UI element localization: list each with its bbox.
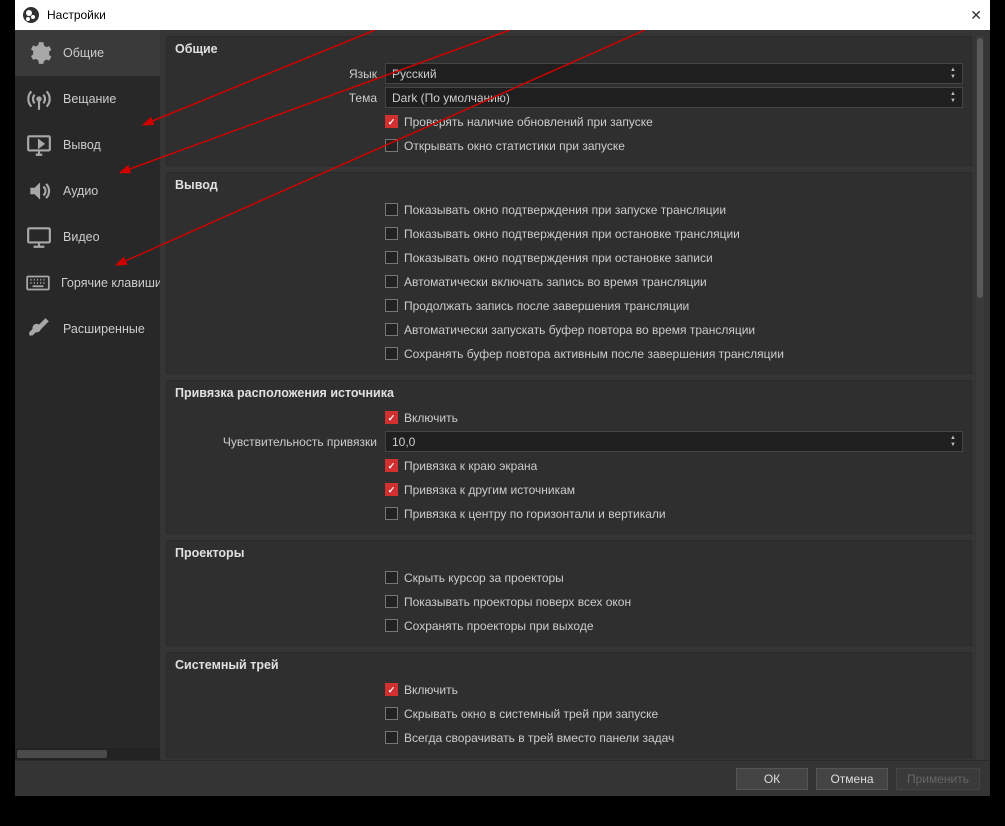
language-label: Язык <box>175 67 385 81</box>
confirm-stop-record-checkbox[interactable] <box>385 251 398 264</box>
footer: ОК Отмена Применить <box>15 760 990 796</box>
checkbox-label: Показывать окно подтверждения при остано… <box>404 251 713 265</box>
tools-icon <box>25 315 53 343</box>
content-area: Общие Вещание Вывод Аудио <box>15 30 990 760</box>
auto-replay-buffer-checkbox[interactable] <box>385 323 398 336</box>
snap-sensitivity-label: Чувствительность привязки <box>175 435 385 449</box>
snap-sensitivity-input[interactable]: 10,0 ▲▼ <box>385 431 963 452</box>
sidebar: Общие Вещание Вывод Аудио <box>15 30 160 760</box>
theme-label: Тема <box>175 91 385 105</box>
snap-sensitivity-value: 10,0 <box>392 435 415 449</box>
sidebar-item-output[interactable]: Вывод <box>15 122 160 168</box>
gear-icon <box>25 39 53 67</box>
group-title: Привязка расположения источника <box>175 386 963 400</box>
group-title: Вывод <box>175 178 963 192</box>
checkbox-label: Продолжать запись после завершения транс… <box>404 299 689 313</box>
group-snap: Привязка расположения источника Включить… <box>166 380 972 534</box>
keep-replay-buffer-checkbox[interactable] <box>385 347 398 360</box>
sidebar-item-stream[interactable]: Вещание <box>15 76 160 122</box>
ok-button[interactable]: ОК <box>736 768 808 790</box>
output-icon <box>25 131 53 159</box>
group-projectors: Проекторы Скрыть курсор за проекторы Пок… <box>166 540 972 646</box>
sidebar-item-label: Видео <box>63 230 100 244</box>
chevron-updown-icon: ▲▼ <box>946 89 960 106</box>
checkbox-label: Показывать проекторы поверх всех окон <box>404 595 631 609</box>
checkbox-label: Автоматически запускать буфер повтора во… <box>404 323 755 337</box>
checkbox-label: Показывать окно подтверждения при запуск… <box>404 203 726 217</box>
group-title: Системный трей <box>175 658 963 672</box>
checkbox-label: Привязка к центру по горизонтали и верти… <box>404 507 666 521</box>
settings-window: Настройки ✕ Общие Вещание Вывод <box>15 0 990 796</box>
main-vscrollbar[interactable] <box>976 36 984 760</box>
checkbox-label: Привязка к краю экрана <box>404 459 537 473</box>
checkbox-label: Включить <box>404 411 458 425</box>
main-panel: Общие Язык Русский ▲▼ Тема Dark (По умо <box>160 30 990 760</box>
apply-button[interactable]: Применить <box>896 768 980 790</box>
sidebar-item-audio[interactable]: Аудио <box>15 168 160 214</box>
theme-value: Dark (По умолчанию) <box>392 91 510 105</box>
sidebar-item-label: Вывод <box>63 138 101 152</box>
close-icon[interactable]: ✕ <box>952 7 982 24</box>
tray-enable-checkbox[interactable] <box>385 683 398 696</box>
sidebar-hscrollbar[interactable] <box>15 748 160 760</box>
proj-always-on-top-checkbox[interactable] <box>385 595 398 608</box>
cancel-button[interactable]: Отмена <box>816 768 888 790</box>
sidebar-item-label: Общие <box>63 46 104 60</box>
confirm-start-stream-checkbox[interactable] <box>385 203 398 216</box>
snap-others-checkbox[interactable] <box>385 483 398 496</box>
sidebar-item-label: Горячие клавиши <box>61 276 160 290</box>
sidebar-item-advanced[interactable]: Расширенные <box>15 306 160 352</box>
language-value: Русский <box>392 67 437 81</box>
sidebar-item-label: Аудио <box>63 184 98 198</box>
check-updates-label: Проверять наличие обновлений при запуске <box>404 115 653 129</box>
sidebar-item-label: Расширенные <box>63 322 145 336</box>
antenna-icon <box>25 85 53 113</box>
obs-logo-icon <box>23 7 39 23</box>
tray-hide-on-start-checkbox[interactable] <box>385 707 398 720</box>
open-stats-checkbox[interactable] <box>385 139 398 152</box>
group-output: Вывод Показывать окно подтверждения при … <box>166 172 972 374</box>
audio-icon <box>25 177 53 205</box>
keep-recording-checkbox[interactable] <box>385 299 398 312</box>
monitor-icon <box>25 223 53 251</box>
auto-record-checkbox[interactable] <box>385 275 398 288</box>
snap-center-checkbox[interactable] <box>385 507 398 520</box>
confirm-stop-stream-checkbox[interactable] <box>385 227 398 240</box>
proj-hide-cursor-checkbox[interactable] <box>385 571 398 584</box>
checkbox-label: Показывать окно подтверждения при остано… <box>404 227 740 241</box>
group-title: Общие <box>175 42 963 56</box>
theme-combo[interactable]: Dark (По умолчанию) ▲▼ <box>385 87 963 108</box>
open-stats-label: Открывать окно статистики при запуске <box>404 139 625 153</box>
check-updates-checkbox[interactable] <box>385 115 398 128</box>
checkbox-label: Привязка к другим источникам <box>404 483 575 497</box>
tray-minimize-checkbox[interactable] <box>385 731 398 744</box>
checkbox-label: Включить <box>404 683 458 697</box>
checkbox-label: Скрыть курсор за проекторы <box>404 571 564 585</box>
window-title: Настройки <box>47 8 952 22</box>
sidebar-item-label: Вещание <box>63 92 116 106</box>
checkbox-label: Всегда сворачивать в трей вместо панели … <box>404 731 674 745</box>
checkbox-label: Скрывать окно в системный трей при запус… <box>404 707 658 721</box>
snap-edge-checkbox[interactable] <box>385 459 398 472</box>
titlebar[interactable]: Настройки ✕ <box>15 0 990 30</box>
group-general: Общие Язык Русский ▲▼ Тема Dark (По умо <box>166 36 972 166</box>
proj-save-on-exit-checkbox[interactable] <box>385 619 398 632</box>
sidebar-item-hotkeys[interactable]: Горячие клавиши <box>15 260 160 306</box>
sidebar-item-general[interactable]: Общие <box>15 30 160 76</box>
group-title: Проекторы <box>175 546 963 560</box>
group-tray: Системный трей Включить Скрывать окно в … <box>166 652 972 758</box>
chevron-updown-icon: ▲▼ <box>946 433 960 450</box>
chevron-updown-icon: ▲▼ <box>946 65 960 82</box>
language-combo[interactable]: Русский ▲▼ <box>385 63 963 84</box>
keyboard-icon <box>25 269 51 297</box>
checkbox-label: Сохранять буфер повтора активным после з… <box>404 347 784 361</box>
checkbox-label: Сохранять проекторы при выходе <box>404 619 594 633</box>
snap-enable-checkbox[interactable] <box>385 411 398 424</box>
checkbox-label: Автоматически включать запись во время т… <box>404 275 707 289</box>
sidebar-item-video[interactable]: Видео <box>15 214 160 260</box>
